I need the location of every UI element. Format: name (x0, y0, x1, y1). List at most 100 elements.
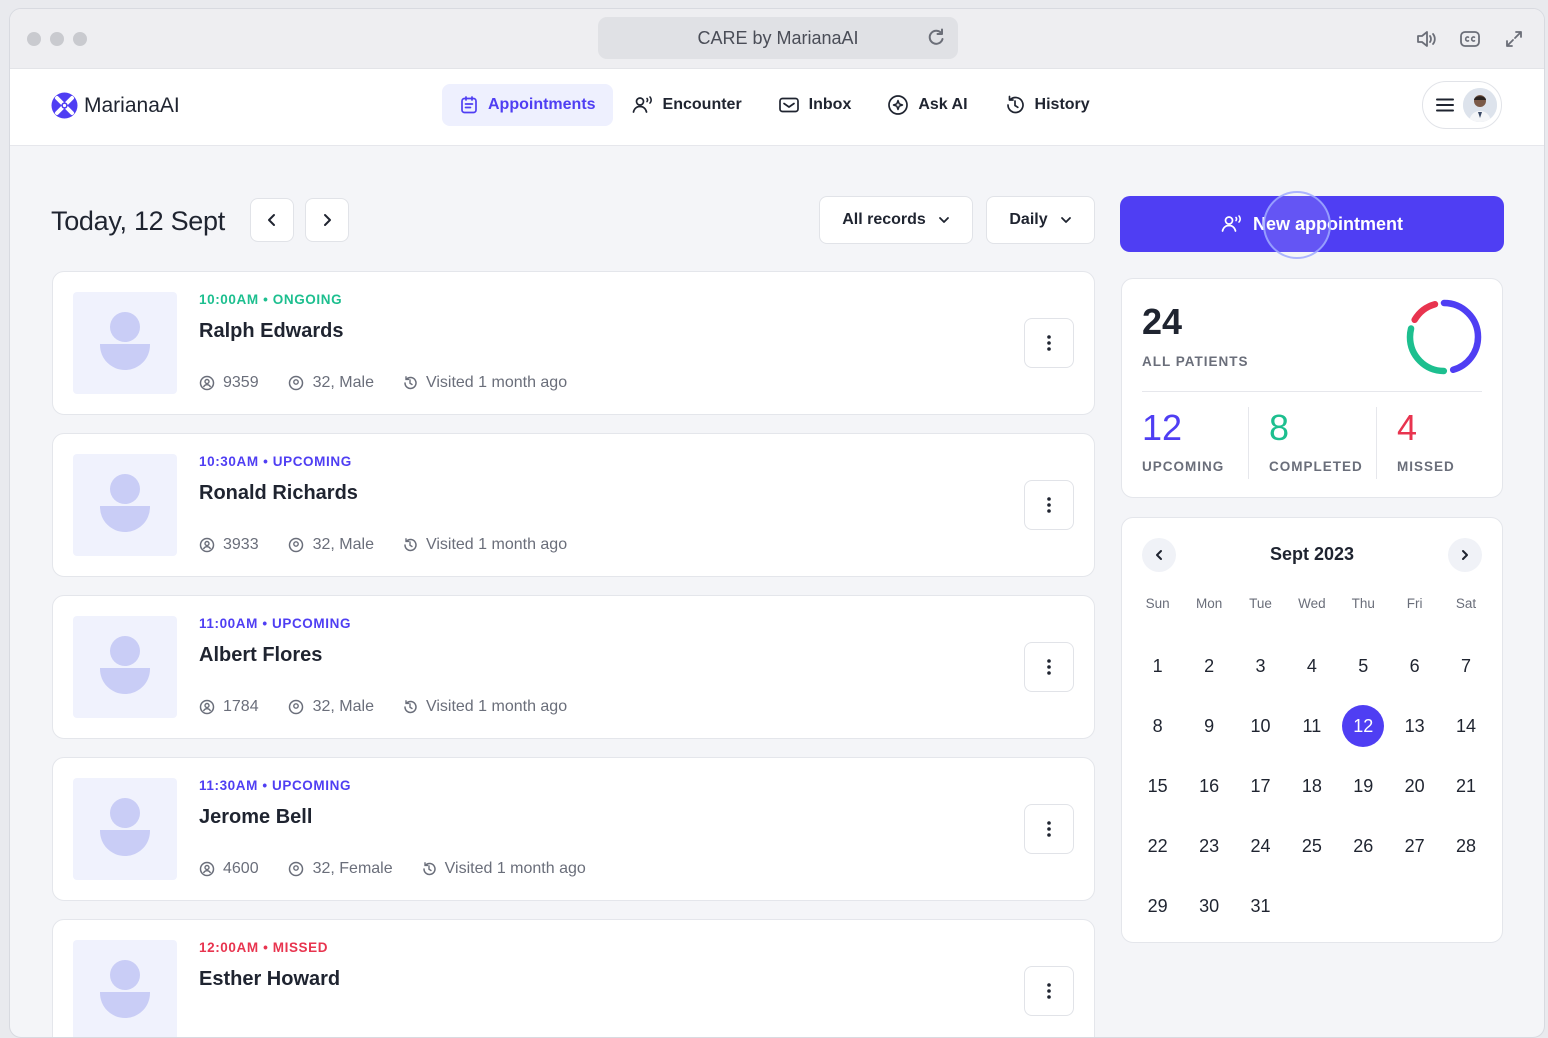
more-options-button[interactable] (1024, 642, 1074, 692)
patient-demographics: 32, Male (287, 698, 374, 716)
calendar-day[interactable]: 28 (1440, 816, 1491, 876)
calendar-day-number: 28 (1456, 835, 1477, 856)
calendar-day-number: 19 (1353, 775, 1374, 796)
captions-icon[interactable] (1458, 27, 1482, 51)
calendar-day[interactable]: 24 (1235, 816, 1286, 876)
calendar-day[interactable]: 14 (1440, 696, 1491, 756)
next-day-button[interactable] (305, 198, 349, 242)
period-filter-dropdown[interactable]: Daily (986, 196, 1095, 244)
weekday-label: Thu (1351, 596, 1375, 611)
calendar-day[interactable]: 10 (1235, 696, 1286, 756)
calendar-day[interactable]: 27 (1389, 816, 1440, 876)
calendar-day[interactable]: 25 (1286, 816, 1337, 876)
calendar-day[interactable]: 5 (1338, 636, 1389, 696)
calendar-day-number: 21 (1456, 775, 1477, 796)
user-wave-icon (1221, 215, 1241, 232)
appointment-card[interactable]: 11:00AM • UPCOMING Albert Flores 1784 32, M… (52, 595, 1095, 739)
calendar-day[interactable]: 19 (1338, 756, 1389, 816)
calendar-day[interactable]: 18 (1286, 756, 1337, 816)
minimize-dot[interactable] (50, 31, 64, 46)
period-filter-value: Daily (1009, 211, 1048, 228)
calendar-day[interactable]: 15 (1132, 756, 1183, 816)
maximize-dot[interactable] (73, 31, 87, 46)
patient-id-value: 1784 (223, 698, 259, 715)
visit-history-icon (404, 376, 417, 390)
next-month-button[interactable] (1448, 538, 1482, 572)
calendar-day[interactable]: 8 (1132, 696, 1183, 756)
calendar-day[interactable]: 6 (1389, 636, 1440, 696)
calendar-day[interactable]: 29 (1132, 876, 1183, 936)
calendar-day[interactable]: 22 (1132, 816, 1183, 876)
more-options-button[interactable] (1024, 480, 1074, 530)
calendar-day-selected[interactable]: 12 (1338, 696, 1389, 756)
calendar-day[interactable]: 30 (1183, 876, 1234, 936)
patient-id: 9359 (199, 374, 259, 392)
calendar-day-number: 31 (1250, 895, 1271, 916)
click-indicator (1263, 191, 1331, 259)
prev-day-button[interactable] (250, 198, 294, 242)
visit-history-icon (404, 538, 417, 552)
brand-name: MarianaAI (84, 93, 180, 117)
patient-demographics: 32, Male (287, 536, 374, 554)
calendar-day[interactable]: 2 (1183, 636, 1234, 696)
address-bar[interactable]: CARE by MarianaAI (598, 17, 958, 59)
more-options-button[interactable] (1024, 318, 1074, 368)
patient-name[interactable]: Ralph Edwards (199, 320, 343, 343)
calendar-day[interactable]: 21 (1440, 756, 1491, 816)
profile-menu[interactable] (1422, 81, 1502, 129)
appointment-meta: 4600 32, Female Visited 1 month ago (199, 860, 586, 878)
patient-name[interactable]: Jerome Bell (199, 806, 312, 829)
calendar-grid: Sun Mon Tue Wed Thu Fri Sat 1 2 3 4 5 6 7 8 9 10 11 12 13 14… (1132, 596, 1494, 936)
more-options-button[interactable] (1024, 804, 1074, 854)
nav-history[interactable]: History (987, 84, 1107, 126)
patient-name[interactable]: Esther Howard (199, 968, 340, 991)
calendar-widget: Sept 2023 Sun Mon Tue Wed Thu Fri Sat 1 2 3 4 5 6 7 8 9… (1121, 517, 1503, 943)
calendar-day[interactable]: 3 (1235, 636, 1286, 696)
expand-icon[interactable] (1502, 27, 1526, 51)
visit-history-icon (404, 700, 417, 714)
nav-appointments[interactable]: Appointments (442, 84, 613, 126)
appointment-card[interactable]: 12:00AM • MISSED Esther Howard (52, 919, 1095, 1037)
close-dot[interactable] (27, 31, 41, 46)
calendar-day[interactable]: 20 (1389, 756, 1440, 816)
calendar-day[interactable]: 16 (1183, 756, 1234, 816)
calendar-day-number: 16 (1199, 775, 1220, 796)
calendar-day[interactable]: 26 (1338, 816, 1389, 876)
calendar-day[interactable]: 7 (1440, 636, 1491, 696)
calendar-day-number: 25 (1301, 835, 1322, 856)
appointment-card[interactable]: 11:30AM • UPCOMING Jerome Bell 4600 32, Fem… (52, 757, 1095, 901)
calendar-day-number: 27 (1404, 835, 1425, 856)
reload-icon[interactable] (926, 27, 946, 47)
weekday-label: Sun (1145, 596, 1170, 611)
brand-logo[interactable]: MarianaAI (51, 92, 180, 119)
calendar-day[interactable]: 31 (1235, 876, 1286, 936)
weekday-label: Fri (1406, 596, 1423, 611)
calendar-day[interactable]: 23 (1183, 816, 1234, 876)
calendar-day[interactable]: 1 (1132, 636, 1183, 696)
appointment-card[interactable]: 10:30AM • UPCOMING Ronald Richards 3933 32,… (52, 433, 1095, 577)
more-options-button[interactable] (1024, 966, 1074, 1016)
weekday-label: Mon (1195, 596, 1223, 611)
appointment-card[interactable]: 10:00AM • ONGOING Ralph Edwards 9359 32, Ma… (52, 271, 1095, 415)
patient-photo-placeholder (73, 778, 177, 880)
speaker-icon[interactable] (1414, 27, 1438, 51)
nav-ask-ai[interactable]: Ask AI (870, 84, 984, 126)
calendar-day-number: 14 (1456, 715, 1477, 736)
nav-encounter[interactable]: Encounter (615, 84, 759, 126)
calendar-day[interactable]: 4 (1286, 636, 1337, 696)
patient-name[interactable]: Ronald Richards (199, 482, 358, 505)
calendar-day[interactable]: 11 (1286, 696, 1337, 756)
last-visit: Visited 1 month ago (402, 374, 567, 392)
calendar-day-number: 12 (1342, 705, 1385, 747)
nav-label: Ask AI (918, 96, 968, 113)
patient-id-value: 3933 (223, 536, 259, 553)
calendar-day-number: 8 (1152, 715, 1163, 736)
calendar-day[interactable]: 17 (1235, 756, 1286, 816)
weekday-label: Tue (1249, 596, 1272, 611)
mariana-logo-icon (51, 92, 78, 119)
records-filter-dropdown[interactable]: All records (819, 196, 973, 244)
nav-inbox[interactable]: Inbox (761, 84, 869, 126)
calendar-day[interactable]: 9 (1183, 696, 1234, 756)
calendar-day[interactable]: 13 (1389, 696, 1440, 756)
patient-name[interactable]: Albert Flores (199, 644, 322, 667)
